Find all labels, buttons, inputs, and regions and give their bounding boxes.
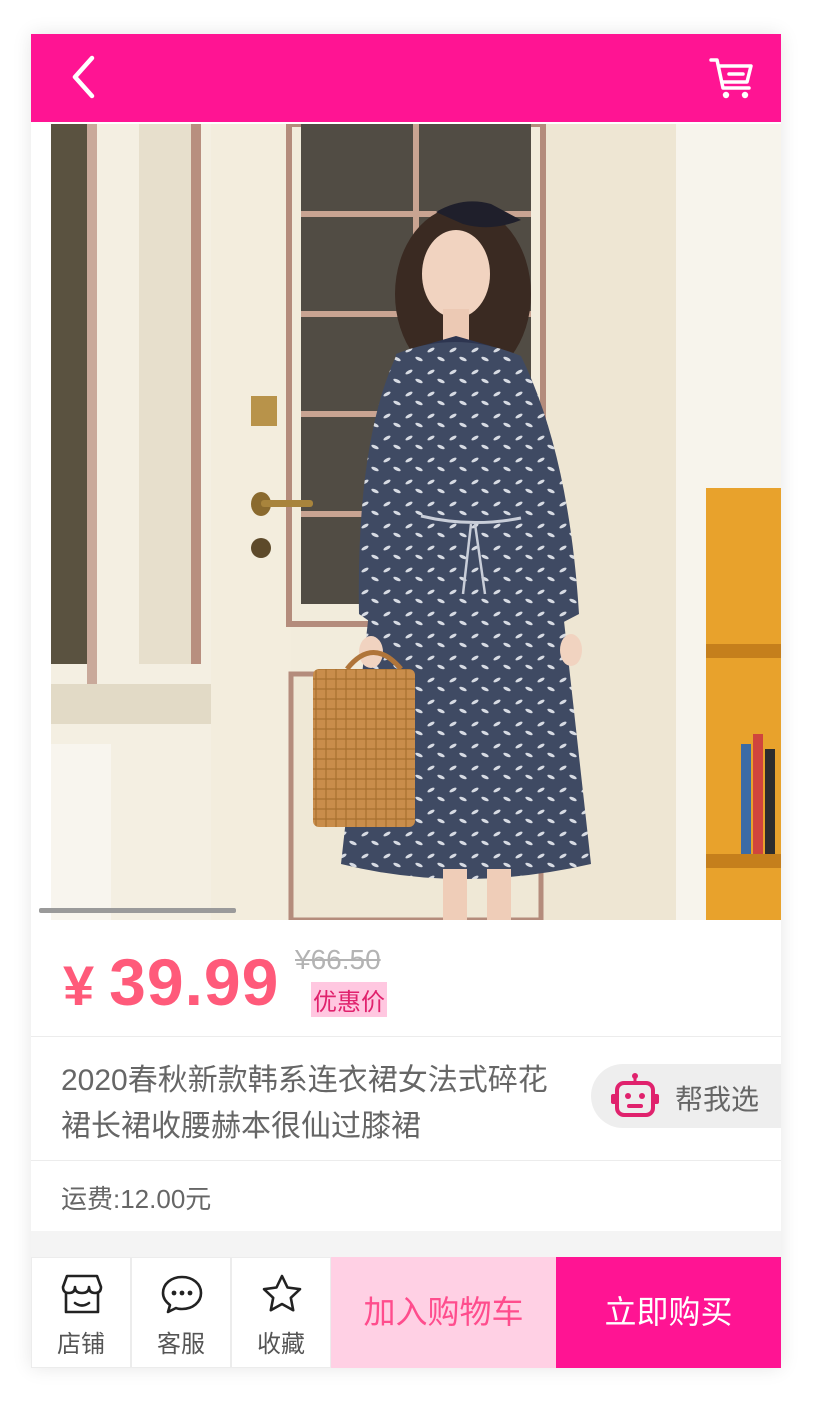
shipping-section: 运费:12.00元 <box>31 1161 781 1231</box>
help-me-choose-button[interactable]: 帮我选 <box>591 1064 781 1128</box>
star-icon <box>262 1274 302 1312</box>
shipping-fee: 运费:12.00元 <box>61 1184 212 1214</box>
store-label: 店铺 <box>57 1331 105 1358</box>
product-photo <box>51 124 781 920</box>
price-value: 39.99 <box>109 945 280 1019</box>
customer-service-label: 客服 <box>157 1331 205 1358</box>
product-image[interactable] <box>51 124 781 920</box>
discount-badge: 优惠价 <box>311 982 387 1017</box>
store-icon <box>61 1274 103 1314</box>
product-title: 2020春秋新款韩系连衣裙女法式碎花裙长裙收腰赫本很仙过膝裙 <box>61 1064 548 1143</box>
buy-now-button[interactable]: 立即购买 <box>556 1257 781 1368</box>
currency-symbol: ¥ <box>63 954 96 1017</box>
product-detail-page: ¥39.99 ¥66.50 优惠价 2020春秋新款韩系连衣裙女法式碎花裙长裙收… <box>31 34 781 1368</box>
price-section: ¥39.99 ¥66.50 优惠价 <box>31 920 781 1036</box>
shopping-cart-icon <box>709 58 753 99</box>
favorite-label: 收藏 <box>257 1331 305 1358</box>
back-button[interactable] <box>59 50 115 106</box>
chat-icon <box>161 1275 203 1314</box>
title-section: 2020春秋新款韩系连衣裙女法式碎花裙长裙收腰赫本很仙过膝裙 帮我选 <box>31 1036 781 1160</box>
robot-icon <box>611 1073 659 1117</box>
bottom-action-bar: 店铺 客服 收藏 加入购物车 立即购买 <box>31 1257 781 1368</box>
favorite-button[interactable]: 收藏 <box>231 1257 331 1368</box>
sale-price: ¥39.99 <box>63 944 279 1020</box>
help-me-choose-label: 帮我选 <box>675 1084 760 1115</box>
section-gap <box>31 1231 781 1257</box>
store-button[interactable]: 店铺 <box>31 1257 131 1368</box>
original-price: ¥66.50 <box>295 944 381 975</box>
top-nav-bar <box>31 34 781 122</box>
customer-service-button[interactable]: 客服 <box>131 1257 231 1368</box>
add-to-cart-button[interactable]: 加入购物车 <box>331 1257 556 1368</box>
cart-button[interactable] <box>703 50 759 106</box>
carousel-indicator <box>39 908 236 913</box>
chevron-left-icon <box>72 55 95 99</box>
